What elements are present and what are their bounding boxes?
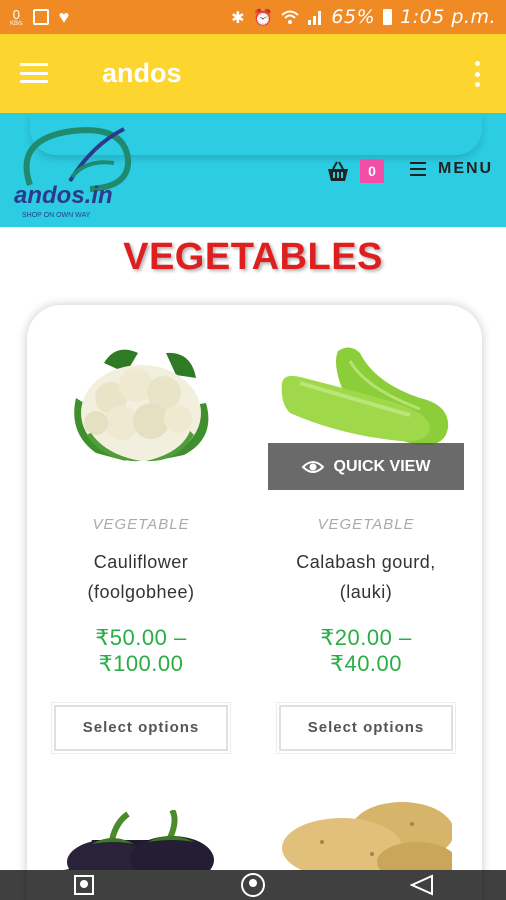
product-card-calabash-gourd: VEGETABLE Calabash gourd, (lauki) ₹20.00…: [271, 516, 461, 754]
gallery-icon: [32, 9, 49, 25]
page-title: VEGETABLES: [123, 236, 383, 278]
status-icons-right: ✱ ⏰ 65% 1:05 p.m.: [231, 6, 496, 28]
select-options-button[interactable]: Select options: [51, 702, 231, 754]
menu-label: MENU: [438, 160, 494, 177]
brinjal-image[interactable]: [52, 810, 222, 870]
battery-icon: [383, 9, 393, 25]
eye-icon: [301, 460, 324, 473]
status-bar: 0 KB/s ♥ ✱ ⏰ 65% 1:05 p.m.: [0, 0, 506, 34]
product-price: ₹50.00 – ₹100.00: [95, 625, 187, 676]
heart-icon: ♥: [58, 7, 70, 27]
overflow-menu-icon[interactable]: [474, 61, 480, 87]
product-name[interactable]: Cauliflower (foolgobhee): [46, 547, 236, 607]
cart-button[interactable]: 0: [326, 157, 386, 187]
basket-icon: [328, 161, 348, 181]
quick-view-label: QUICK VIEW: [333, 457, 431, 475]
product-name[interactable]: Calabash gourd, (lauki): [271, 547, 461, 607]
menu-icon: [410, 162, 426, 176]
svg-text:andos.in: andos.in: [14, 182, 113, 209]
data-speed-unit: KB/s: [10, 20, 23, 27]
site-header: andos.in SHOP ON OWN WAY 0 MENU: [0, 113, 506, 227]
cart-count-badge: 0: [360, 159, 384, 183]
battery-percent: 65%: [331, 6, 376, 28]
data-speed-indicator: 0 KB/s: [10, 8, 23, 27]
cauliflower-image[interactable]: [66, 343, 216, 468]
potato-image[interactable]: [282, 802, 452, 870]
back-icon[interactable]: [409, 873, 435, 897]
product-price: ₹20.00 – ₹40.00: [320, 625, 412, 676]
quick-view-button[interactable]: QUICK VIEW: [268, 443, 464, 490]
bottom-navigation-bar: [0, 870, 506, 900]
status-icons-left: 0 KB/s ♥: [10, 8, 69, 27]
app-title: andos: [102, 58, 182, 88]
andos-logo[interactable]: andos.in SHOP ON OWN WAY: [12, 119, 142, 223]
recent-apps-icon[interactable]: [71, 873, 97, 897]
app-bar: andos: [0, 34, 506, 113]
wifi-icon: [281, 10, 300, 24]
bluetooth-icon: ✱: [231, 7, 245, 27]
product-category[interactable]: VEGETABLE: [271, 516, 461, 533]
calabash-gourd-image[interactable]: [280, 343, 452, 453]
hamburger-menu-icon[interactable]: [20, 63, 48, 83]
menu-button[interactable]: MENU: [410, 157, 493, 181]
data-speed-value: 0: [12, 6, 20, 22]
home-icon[interactable]: [240, 873, 266, 897]
signal-icon: [308, 11, 322, 25]
product-category[interactable]: VEGETABLE: [46, 516, 236, 533]
product-card-cauliflower: VEGETABLE Cauliflower (foolgobhee) ₹50.0…: [46, 516, 236, 754]
alarm-icon: ⏰: [252, 7, 274, 27]
svg-text:SHOP ON OWN WAY: SHOP ON OWN WAY: [22, 212, 91, 219]
select-options-button[interactable]: Select options: [276, 702, 456, 754]
clock: 1:05 p.m.: [400, 6, 496, 28]
